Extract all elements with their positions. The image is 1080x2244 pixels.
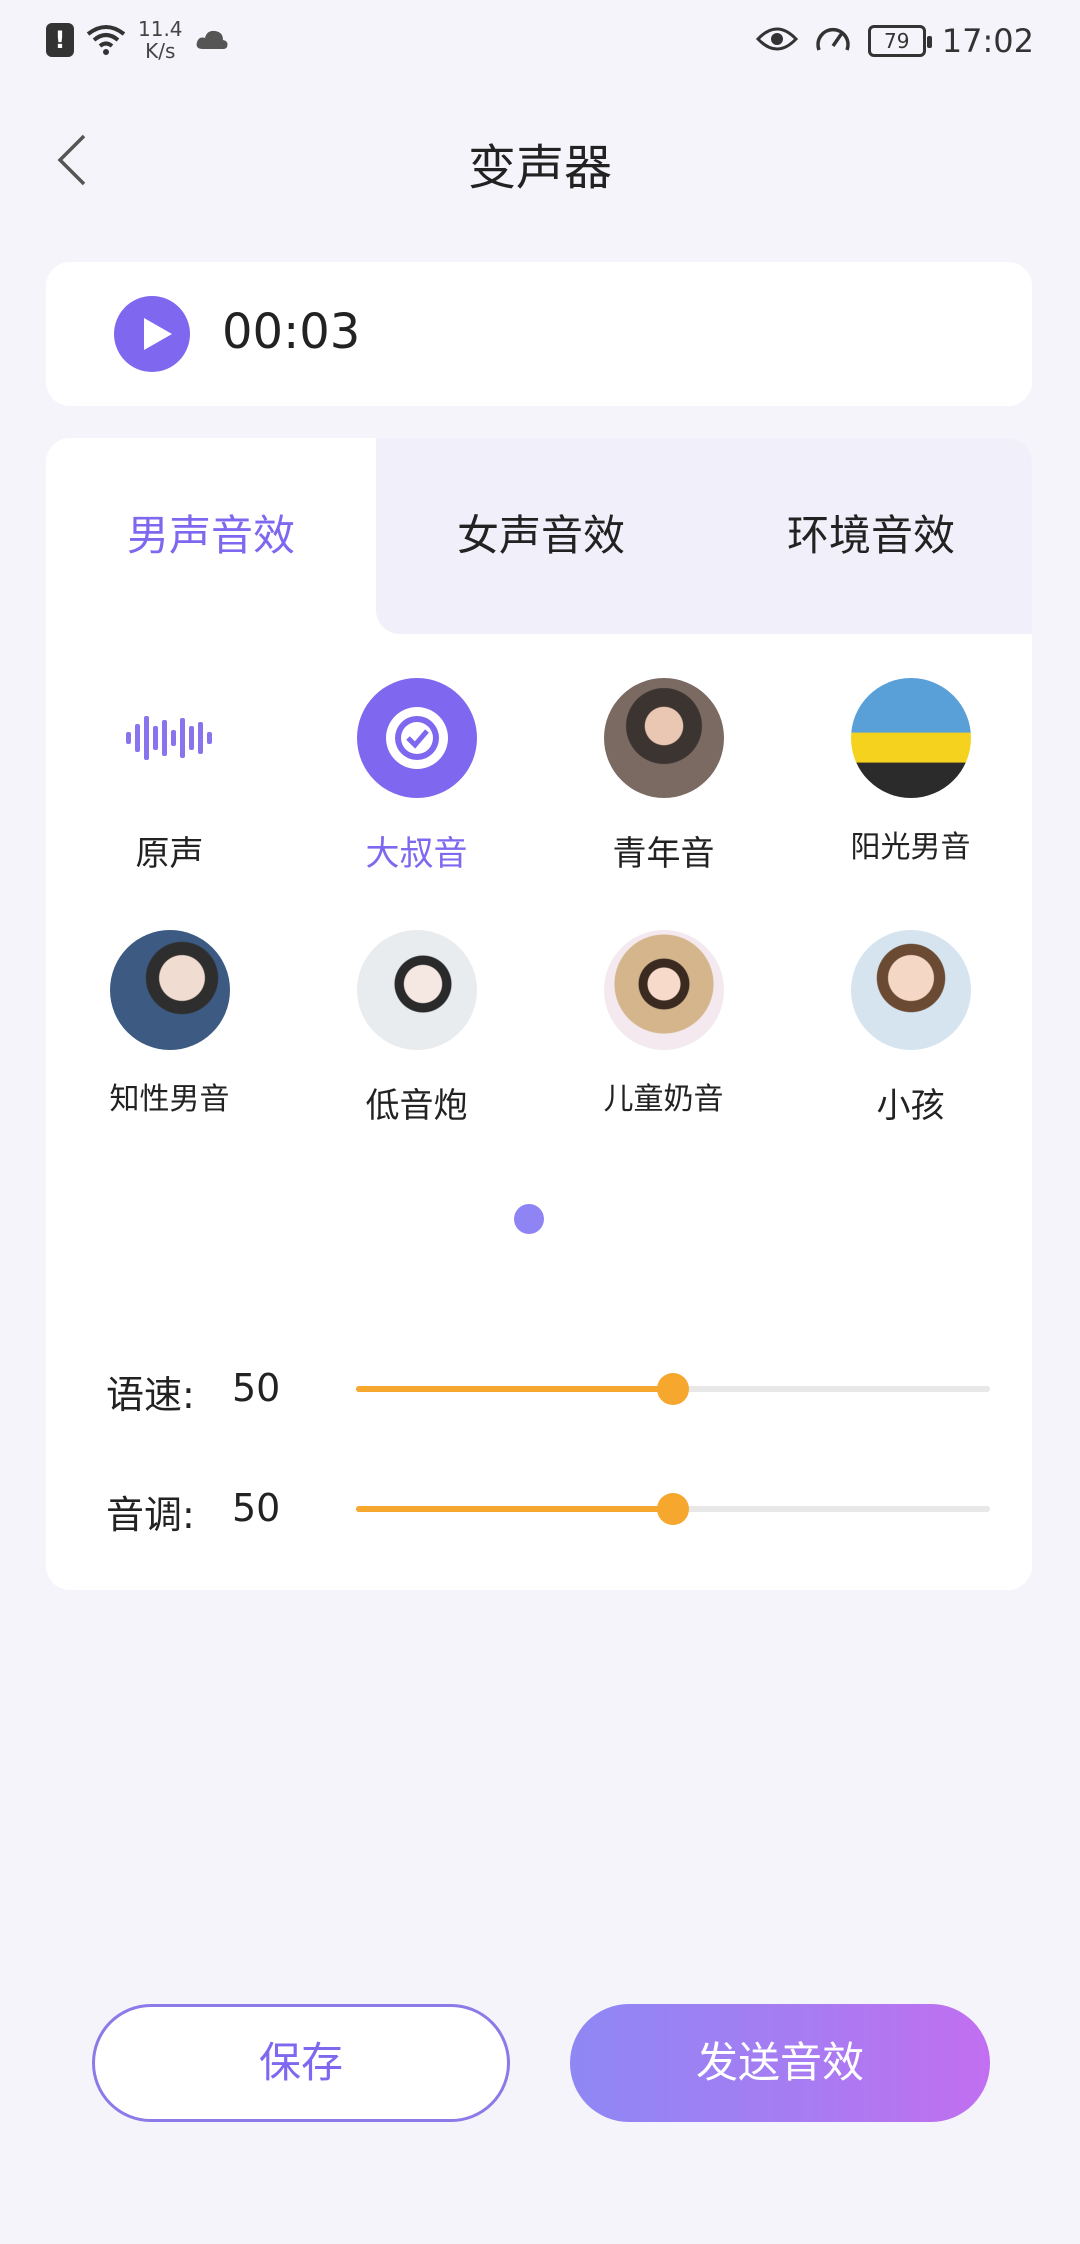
waveform-icon — [110, 678, 230, 798]
effect-item-intellectual[interactable]: 知性男音 — [46, 930, 293, 1118]
effects-card: 男声音效 女声音效 环境音效 原声 大叔音 青年音 阳光男音 知性男音 低音炮 … — [46, 438, 1032, 1590]
tab-male-effects[interactable]: 男声音效 — [46, 438, 376, 634]
network-speed-unit: K/s — [145, 39, 176, 63]
avatar — [850, 930, 971, 1050]
avatar — [850, 678, 971, 798]
cloud-icon — [195, 29, 229, 51]
check-icon — [385, 707, 448, 769]
speed-icon — [814, 22, 852, 60]
speed-slider-row: 语速: 50 — [106, 1358, 1006, 1418]
network-speed-value: 11.4 — [138, 17, 183, 41]
effect-label: 原声 — [135, 834, 204, 874]
status-left: ! 11.4 K/s — [46, 18, 229, 62]
pitch-slider[interactable] — [356, 1493, 990, 1525]
speed-label: 语速: — [106, 1373, 195, 1417]
effect-label: 青年音 — [612, 834, 715, 874]
network-speed: 11.4 K/s — [138, 18, 183, 62]
avatar — [356, 930, 477, 1050]
effect-label: 阳光男音 — [850, 830, 971, 865]
effect-item-child-milk[interactable]: 儿童奶音 — [540, 930, 787, 1118]
battery-icon: 79 — [867, 25, 932, 57]
speed-value: 50 — [232, 1366, 281, 1410]
effect-item-uncle[interactable]: 大叔音 — [293, 678, 540, 875]
pitch-value: 50 — [232, 1486, 281, 1530]
status-right: 79 17:02 — [755, 22, 1034, 60]
effect-item-youth[interactable]: 青年音 — [540, 678, 787, 875]
effect-avatar-selected — [356, 678, 477, 798]
playback-time: 00:03 — [222, 304, 361, 360]
effect-tabs: 男声音效 女声音效 环境音效 — [46, 438, 1032, 634]
effect-label: 小孩 — [876, 1086, 945, 1126]
tab-ambient-effects[interactable]: 环境音效 — [706, 438, 1032, 634]
header: 变声器 — [0, 100, 1080, 220]
pitch-slider-thumb[interactable] — [657, 1493, 689, 1525]
avatar — [603, 678, 724, 798]
wifi-icon — [86, 24, 126, 56]
pager-dot[interactable] — [514, 1204, 544, 1234]
effect-item-bass[interactable]: 低音炮 — [293, 930, 540, 1127]
pitch-label: 音调: — [106, 1493, 195, 1537]
player-card: 00:03 — [46, 262, 1032, 406]
effect-label: 知性男音 — [109, 1082, 230, 1117]
speed-slider-fill — [356, 1386, 673, 1392]
effect-item-sunny[interactable]: 阳光男音 — [787, 678, 1032, 866]
status-bar: ! 11.4 K/s 79 17:02 — [0, 0, 1080, 86]
save-button[interactable]: 保存 — [92, 2004, 510, 2122]
pitch-slider-row: 音调: 50 — [106, 1478, 1006, 1538]
effect-label: 儿童奶音 — [603, 1082, 724, 1117]
eye-icon — [755, 25, 798, 57]
effect-item-kid[interactable]: 小孩 — [787, 930, 1032, 1127]
effect-label: 低音炮 — [365, 1086, 468, 1126]
tab-female-effects[interactable]: 女声音效 — [376, 438, 706, 634]
alert-icon: ! — [46, 23, 74, 57]
speed-slider-thumb[interactable] — [657, 1373, 689, 1405]
pitch-slider-fill — [356, 1506, 673, 1512]
send-effect-button[interactable]: 发送音效 — [570, 2004, 990, 2122]
avatar — [109, 930, 230, 1050]
page-title: 变声器 — [467, 140, 612, 196]
effect-item-original[interactable]: 原声 — [46, 678, 293, 875]
voice-changer-screen: ! 11.4 K/s 79 17:02 变声器 00:03 男声音效 女声音效 … — [0, 0, 1080, 2244]
speed-slider[interactable] — [356, 1373, 990, 1405]
effect-label: 大叔音 — [365, 834, 468, 874]
avatar — [603, 930, 724, 1050]
battery-level: 79 — [884, 29, 910, 53]
play-button[interactable] — [114, 296, 190, 372]
clock: 17:02 — [941, 22, 1034, 60]
